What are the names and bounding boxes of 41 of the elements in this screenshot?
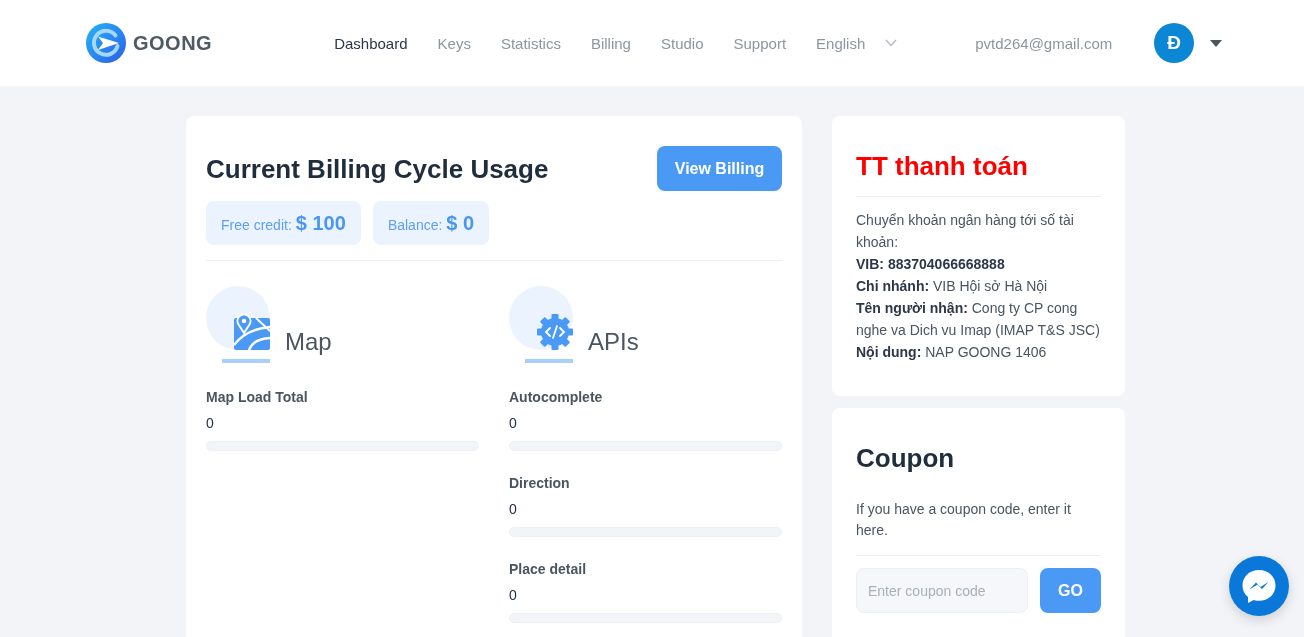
card-title: TT thanh toán [856, 150, 1029, 183]
brand-name[interactable]: GOONG [133, 31, 213, 55]
metric-value: 0 [206, 414, 215, 433]
metric-label: Place detail [509, 560, 588, 579]
language-dropdown[interactable]: English [816, 34, 898, 52]
coupon-hint-text: If you have a coupon code, enter it here. [856, 500, 1072, 540]
metric-value: 0 [509, 500, 518, 519]
metric-label: Map Load Total [206, 388, 309, 407]
nav-link[interactable]: Support [733, 34, 787, 52]
nav-link[interactable]: Studio [660, 34, 704, 52]
go-button[interactable]: GO [1040, 568, 1101, 613]
user-avatar[interactable]: Đ [1154, 23, 1195, 63]
card-title: Coupon [856, 442, 956, 475]
payment-detail-line: VIB: 883704066668888 [856, 255, 1006, 274]
group-title: APIs [588, 328, 639, 356]
view-billing-button[interactable]: View Billing [657, 146, 782, 191]
chevron-down-icon [885, 39, 898, 47]
user-email[interactable]: pvtd264@gmail.com [975, 34, 1113, 52]
messenger-chat-button[interactable] [1229, 556, 1289, 616]
nav-link[interactable]: Dashboard [334, 34, 408, 52]
nav-link[interactable]: Billing [590, 34, 631, 52]
metric-value: 0 [509, 586, 518, 605]
payment-intro-text: Chuyển khoản ngân hàng tới số tài khoản: [856, 211, 1075, 252]
nav-link[interactable]: Statistics [500, 34, 561, 52]
summary-pill: Free credit: $ 100 [206, 201, 361, 245]
group-title: Map [285, 328, 332, 356]
logo-icon[interactable] [86, 23, 126, 63]
coupon-code-field[interactable]: Enter coupon code [856, 568, 1028, 613]
metric-label: Autocomplete [509, 388, 604, 407]
summary-pill: Balance: $ 0 [372, 201, 490, 245]
metric-label: Direction [509, 474, 571, 493]
chat-bubble-icon [1229, 556, 1289, 616]
card-title: Current Billing Cycle Usage [206, 152, 549, 186]
payment-detail-line: Nội dung: NAP GOONG 1406 [856, 343, 1048, 362]
api-gear-icon [509, 286, 573, 363]
map-icon [206, 286, 270, 363]
caret-icon[interactable] [1210, 39, 1223, 47]
payment-detail-line: Chi nhánh: VIB Hội sở Hà Nội [856, 277, 1049, 296]
nav-link[interactable]: Keys [437, 34, 471, 52]
payment-detail-line: Tên người nhận: Cong ty CP cong nghe va Dich vu Imap (IMAP T&S JSC) [856, 299, 1101, 340]
metric-value: 0 [509, 414, 518, 433]
